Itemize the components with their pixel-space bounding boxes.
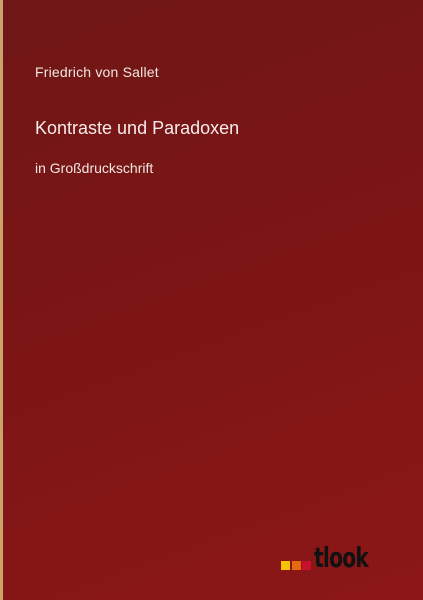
book-title: Kontraste und Paradoxen <box>35 118 240 138</box>
author-name: Friedrich von Sallet <box>35 64 159 80</box>
book-subtitle: in Großdruckschrift <box>35 160 154 176</box>
logo-square-yellow <box>281 561 291 570</box>
publisher-logo-icon: tlook <box>281 532 389 572</box>
logo-wordmark: tlook <box>313 541 369 574</box>
logo-square-orange <box>291 561 301 570</box>
logo-square-red <box>302 561 312 570</box>
book-cover: Friedrich von Sallet Kontraste und Parad… <box>0 0 423 600</box>
